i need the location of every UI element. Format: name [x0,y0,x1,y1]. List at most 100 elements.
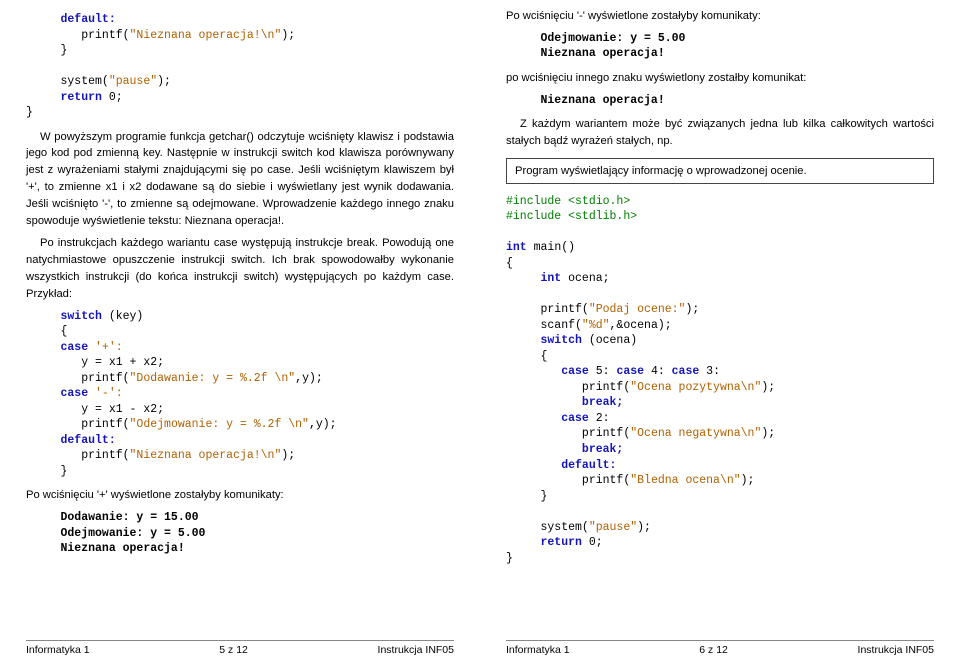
code-block-top: default: printf("Nieznana operacja!\n");… [26,12,454,121]
code-line: ); [685,303,699,316]
code-line: printf( [506,427,630,440]
footer-center: 5 z 12 [219,644,248,656]
code-keyword: case [616,365,644,378]
code-line: printf( [506,303,589,316]
code-line: { [506,350,547,363]
page-footer: Informatyka 1 5 z 12 Instrukcja INF05 [26,640,454,656]
code-keyword: case [506,412,589,425]
code-keyword: return [26,91,102,104]
code-line: ); [761,381,775,394]
code-line: } [26,44,67,57]
code-string: "%d" [582,319,610,332]
code-line: default: [26,13,116,26]
code-string: "Dodawanie: y = %.2f \n" [130,372,296,385]
code-keyword: break; [506,443,623,456]
code-string: '-': [88,387,123,400]
code-keyword: int [506,272,561,285]
output-text: Nieznana operacja! [506,94,665,107]
code-line: 2: [589,412,610,425]
code-string: '+': [88,341,123,354]
code-line: printf( [26,29,130,42]
code-line: } [26,106,33,119]
code-line: ); [761,427,775,440]
code-keyword: case [506,365,589,378]
footer-right: Instrukcja INF05 [378,644,454,656]
code-line: system( [506,521,589,534]
code-directive: #include <stdio.h> [506,195,630,208]
code-keyword: case [672,365,700,378]
info-box-text: Program wyświetlający informację o wprow… [515,165,807,177]
paragraph: Po instrukcjach każdego wariantu case wy… [26,235,454,302]
code-line: printf( [26,418,130,431]
output-label: Po wciśnięciu '+' wyświetlone zostałyby … [26,487,454,504]
code-line: ); [157,75,171,88]
code-line: 0; [582,536,603,549]
paragraph: Z każdym wariantem może być związanych j… [506,116,934,150]
page-right: Po wciśnięciu '-' wyświetlone zostałyby … [480,0,960,664]
code-line: printf( [506,474,630,487]
code-line: scanf( [506,319,582,332]
code-line: y = x1 + x2; [26,356,164,369]
output-label: Po wciśnięciu '-' wyświetlone zostałyby … [506,8,934,25]
footer-center: 6 z 12 [699,644,728,656]
code-line: main() [527,241,575,254]
output-text: Dodawanie: y = 15.00 Odejmowanie: y = 5.… [26,511,205,555]
code-line: 4: [644,365,672,378]
code-keyword: switch [506,334,582,347]
code-line: printf( [506,381,630,394]
output-block: Dodawanie: y = 15.00 Odejmowanie: y = 5.… [26,510,454,557]
code-line: printf( [26,372,130,385]
code-string: "Nieznana operacja!\n" [130,449,282,462]
page-spread: default: printf("Nieznana operacja!\n");… [0,0,960,664]
output-block: Nieznana operacja! [506,93,934,109]
code-block-program: #include <stdio.h> #include <stdlib.h> i… [506,194,934,566]
code-string: "Bledna ocena\n" [630,474,740,487]
code-line: } [26,465,67,478]
page-left: default: printf("Nieznana operacja!\n");… [0,0,480,664]
code-line: ocena; [561,272,609,285]
code-string: "Podaj ocene:" [589,303,686,316]
code-line: system( [26,75,109,88]
code-keyword: int [506,241,527,254]
code-line: { [26,325,67,338]
code-string: "Ocena pozytywna\n" [630,381,761,394]
code-line: ,y); [309,418,337,431]
code-line: ); [281,29,295,42]
footer-right: Instrukcja INF05 [858,644,934,656]
code-line: 5: [589,365,617,378]
code-keyword: switch [26,310,102,323]
code-line: ); [637,521,651,534]
code-string: "Nieznana operacja!\n" [130,29,282,42]
code-line: ); [281,449,295,462]
code-string: "pause" [109,75,157,88]
code-line: ); [741,474,755,487]
output-label: po wciśnięciu innego znaku wyświetlony z… [506,70,934,87]
code-line: { [506,257,513,270]
code-line: 3: [699,365,720,378]
code-line: } [506,552,513,565]
code-keyword: case [26,341,88,354]
code-string: "Odejmowanie: y = %.2f \n" [130,418,309,431]
code-line: (ocena) [582,334,637,347]
code-keyword: default: [26,434,116,447]
footer-left: Informatyka 1 [26,644,90,656]
code-line: (key) [102,310,143,323]
code-directive: #include <stdlib.h> [506,210,637,223]
code-string: "pause" [589,521,637,534]
code-line: ,y); [295,372,323,385]
paragraph: W powyższym programie funkcja getchar() … [26,129,454,230]
code-line: } [506,490,547,503]
code-keyword: case [26,387,88,400]
code-block-switch: switch (key) { case '+': y = x1 + x2; pr… [26,309,454,480]
code-keyword: return [506,536,582,549]
code-keyword: break; [506,396,623,409]
info-box: Program wyświetlający informację o wprow… [506,158,934,184]
code-line: y = x1 - x2; [26,403,164,416]
code-line: ,&ocena); [610,319,672,332]
code-string: "Ocena negatywna\n" [630,427,761,440]
output-block: Odejmowanie: y = 5.00 Nieznana operacja! [506,31,934,62]
code-line: printf( [26,449,130,462]
code-line: 0; [102,91,123,104]
footer-left: Informatyka 1 [506,644,570,656]
output-text: Odejmowanie: y = 5.00 Nieznana operacja! [506,32,685,61]
